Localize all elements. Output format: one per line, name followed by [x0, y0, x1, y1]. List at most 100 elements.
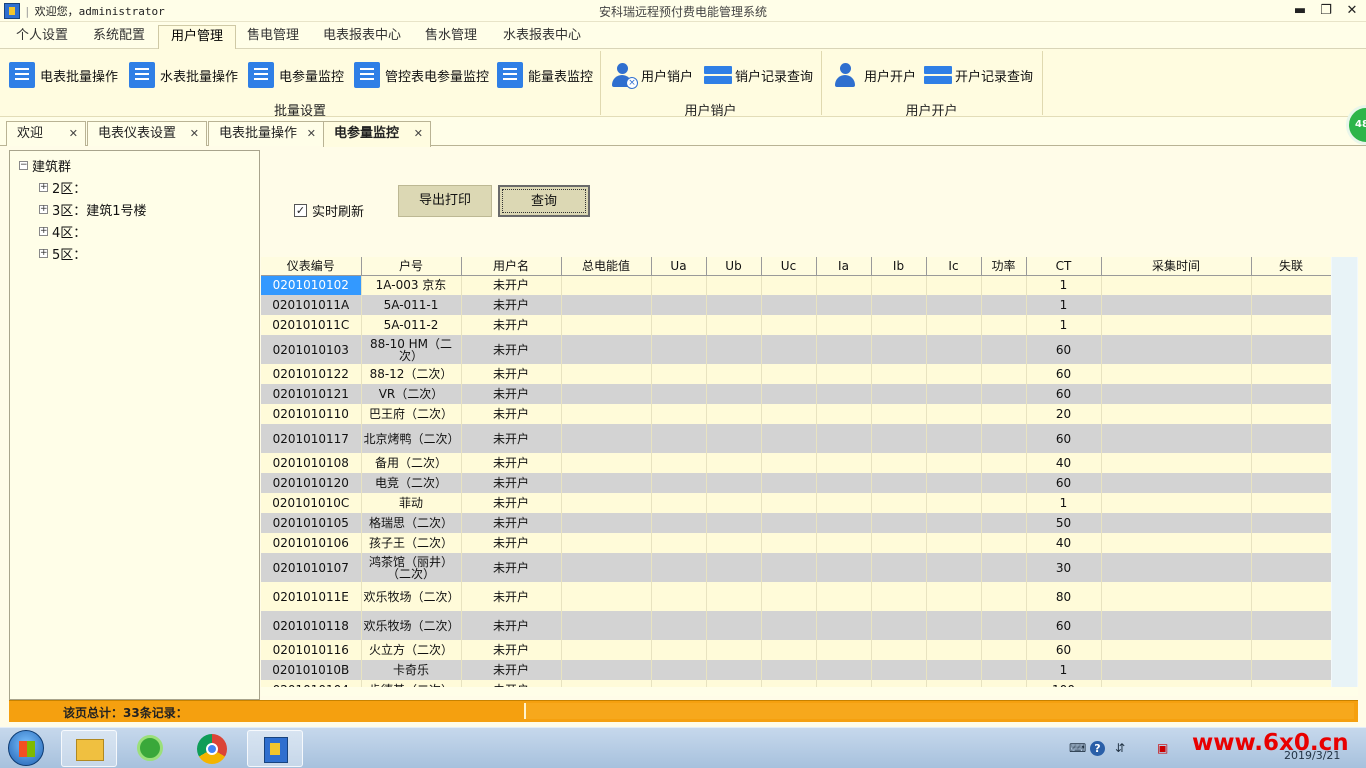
cell-ib[interactable]: [871, 384, 927, 404]
cell-meter-id[interactable]: 020101010C: [261, 493, 362, 513]
cell-user-name[interactable]: 未开户: [461, 315, 562, 335]
table-row[interactable]: 020101011C 5A-011-2 未开户 1: [261, 315, 1331, 335]
cell-user-name[interactable]: 未开户: [461, 680, 562, 687]
cell-total-energy[interactable]: [561, 295, 652, 315]
cell-ua[interactable]: [651, 611, 707, 640]
cell-ib[interactable]: [871, 335, 927, 364]
cell-house-no[interactable]: 88-10 HM（二次）: [361, 335, 462, 364]
cell-ua[interactable]: [651, 640, 707, 660]
cell-ub[interactable]: [706, 384, 762, 404]
cell-uc[interactable]: [761, 424, 817, 453]
cell-ib[interactable]: [871, 533, 927, 553]
cell-ub[interactable]: [706, 533, 762, 553]
cell-ua[interactable]: [651, 473, 707, 493]
cell-total-energy[interactable]: [561, 453, 652, 473]
cell-power[interactable]: [981, 453, 1027, 473]
cell-user-name[interactable]: 未开户: [461, 295, 562, 315]
table-row[interactable]: 020101011A 5A-011-1 未开户 1: [261, 295, 1331, 315]
cell-uc[interactable]: [761, 493, 817, 513]
cell-ib[interactable]: [871, 660, 927, 680]
cell-power[interactable]: [981, 513, 1027, 533]
cell-collect-time[interactable]: [1101, 680, 1252, 687]
cell-power[interactable]: [981, 553, 1027, 582]
cell-uc[interactable]: [761, 275, 817, 295]
cell-user-name[interactable]: 未开户: [461, 364, 562, 384]
keyboard-icon[interactable]: ⌨: [1069, 741, 1086, 755]
expand-icon[interactable]: +: [39, 205, 48, 214]
cell-lost-contact[interactable]: [1251, 335, 1331, 364]
table-row[interactable]: 020101011E 欢乐牧场（二次） 未开户 80: [261, 582, 1331, 611]
network-icon[interactable]: ▣: [1157, 741, 1168, 755]
cell-meter-id[interactable]: 0201010105: [261, 513, 362, 533]
table-row[interactable]: 0201010105 格瑞思（二次） 未开户 50: [261, 513, 1331, 533]
cell-lost-contact[interactable]: [1251, 364, 1331, 384]
close-icon[interactable]: ✕: [69, 122, 78, 145]
meter-batch-operation-button[interactable]: 电表批量操作: [9, 61, 118, 89]
table-row[interactable]: 020101010B 卡奇乐 未开户 1: [261, 660, 1331, 680]
cell-house-no[interactable]: 北京烤鸭（二次）: [361, 424, 462, 453]
cell-ua[interactable]: [651, 493, 707, 513]
menu-water-report-center[interactable]: 水表报表中心: [491, 25, 593, 49]
cell-uc[interactable]: [761, 453, 817, 473]
cell-ua[interactable]: [651, 680, 707, 687]
cell-house-no[interactable]: 巴王府（二次）: [361, 404, 462, 424]
expand-icon[interactable]: +: [39, 249, 48, 258]
cell-ic[interactable]: [926, 295, 982, 315]
expand-icon[interactable]: +: [39, 183, 48, 192]
cell-ub[interactable]: [706, 295, 762, 315]
cell-meter-id[interactable]: 020101010B: [261, 660, 362, 680]
cell-power[interactable]: [981, 404, 1027, 424]
vertical-scrollbar[interactable]: [1331, 257, 1358, 687]
parameter-monitor-button[interactable]: 电参量监控: [248, 61, 344, 89]
cell-total-energy[interactable]: [561, 275, 652, 295]
cell-house-no[interactable]: 88-12（二次）: [361, 364, 462, 384]
cell-meter-id[interactable]: 020101011E: [261, 582, 362, 611]
table-row[interactable]: 020101010C 菲动 未开户 1: [261, 493, 1331, 513]
cell-ua[interactable]: [651, 553, 707, 582]
cell-user-name[interactable]: 未开户: [461, 404, 562, 424]
cell-lost-contact[interactable]: [1251, 553, 1331, 582]
menu-meter-report-center[interactable]: 电表报表中心: [311, 25, 413, 49]
collapse-icon[interactable]: −: [19, 161, 28, 170]
cell-meter-id[interactable]: 0201010120: [261, 473, 362, 493]
cell-user-name[interactable]: 未开户: [461, 335, 562, 364]
cell-lost-contact[interactable]: [1251, 611, 1331, 640]
column-header[interactable]: Ib: [871, 257, 927, 276]
cell-house-no[interactable]: 孩子王（二次）: [361, 533, 462, 553]
cell-ia[interactable]: [816, 660, 872, 680]
cell-collect-time[interactable]: [1101, 315, 1252, 335]
cell-lost-contact[interactable]: [1251, 533, 1331, 553]
cell-meter-id[interactable]: 0201010122: [261, 364, 362, 384]
cell-ib[interactable]: [871, 295, 927, 315]
cell-ct[interactable]: 1: [1026, 295, 1102, 315]
cell-ct[interactable]: 80: [1026, 582, 1102, 611]
cell-total-energy[interactable]: [561, 335, 652, 364]
cell-total-energy[interactable]: [561, 364, 652, 384]
cell-ia[interactable]: [816, 404, 872, 424]
cell-ct[interactable]: 50: [1026, 513, 1102, 533]
cell-ua[interactable]: [651, 335, 707, 364]
cell-user-name[interactable]: 未开户: [461, 553, 562, 582]
cell-ia[interactable]: [816, 680, 872, 687]
cell-ct[interactable]: 60: [1026, 384, 1102, 404]
cell-ua[interactable]: [651, 424, 707, 453]
expand-icon[interactable]: +: [39, 227, 48, 236]
cell-lost-contact[interactable]: [1251, 315, 1331, 335]
cell-ub[interactable]: [706, 582, 762, 611]
cell-meter-id[interactable]: 0201010107: [261, 553, 362, 582]
cell-user-name[interactable]: 未开户: [461, 533, 562, 553]
cell-ic[interactable]: [926, 364, 982, 384]
help-icon[interactable]: ?: [1090, 741, 1105, 756]
cell-meter-id[interactable]: 0201010108: [261, 453, 362, 473]
cell-ib[interactable]: [871, 364, 927, 384]
cell-collect-time[interactable]: [1101, 660, 1252, 680]
cell-ct[interactable]: 60: [1026, 335, 1102, 364]
cell-house-no[interactable]: 欢乐牧场（二次）: [361, 611, 462, 640]
cell-power[interactable]: [981, 473, 1027, 493]
cell-house-no[interactable]: 鸿茶馆（丽井）（二次）: [361, 553, 462, 582]
cell-total-energy[interactable]: [561, 473, 652, 493]
cell-total-energy[interactable]: [561, 384, 652, 404]
cell-lost-contact[interactable]: [1251, 582, 1331, 611]
cell-uc[interactable]: [761, 295, 817, 315]
query-button[interactable]: 查询: [498, 185, 590, 217]
